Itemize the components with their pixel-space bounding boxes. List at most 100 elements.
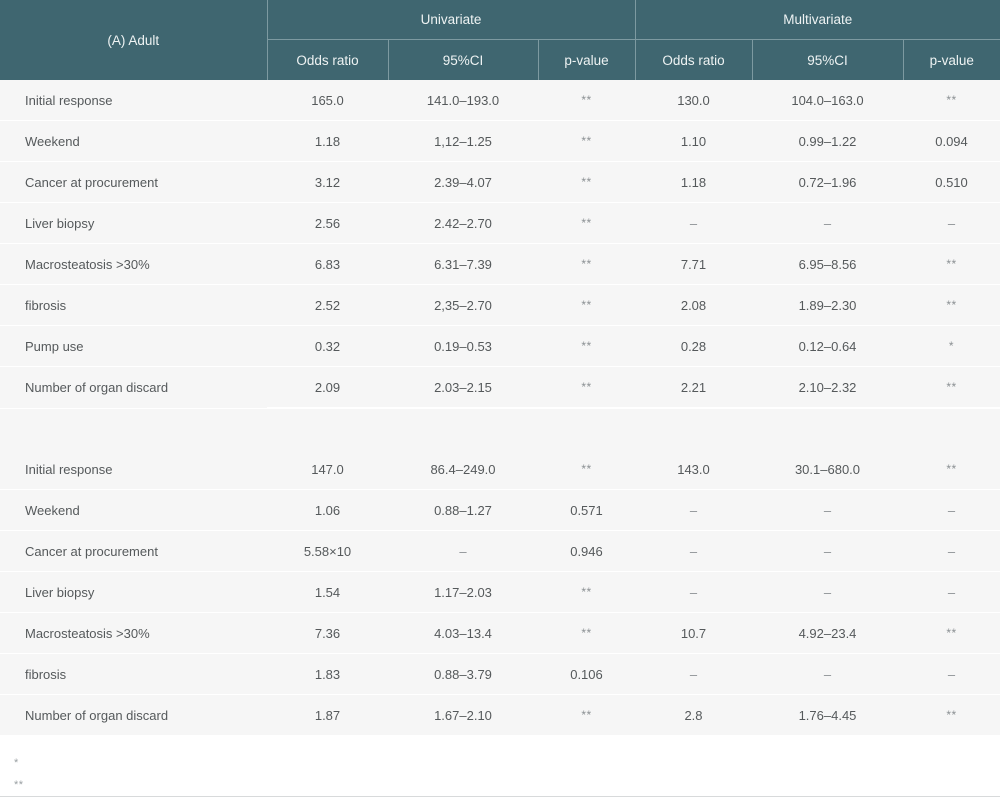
header-group-row: (A) Adult Univariate Multivariate — [0, 0, 1000, 80]
cell-multivariate-odds-ratio: 1.10 — [635, 120, 752, 162]
subheader-multivariate-ci: 95%CI — [752, 39, 904, 80]
table-row: fibrosis 1.83 0.88–3.79 0.106 – – – — [0, 653, 1000, 695]
cell-multivariate-odds-ratio: 0.28 — [635, 325, 752, 367]
section-separator-row — [0, 407, 1000, 449]
table-footnotes: * ** — [0, 736, 1000, 797]
cell-multivariate-ci: – — [752, 653, 903, 695]
cell-univariate-p-value: ** — [538, 120, 635, 162]
row-label: Initial response — [0, 449, 267, 490]
cell-multivariate-p-value: 0.094 — [903, 120, 1000, 162]
subheader-univariate-p-value: p-value — [538, 39, 636, 80]
cell-multivariate-odds-ratio: 130.0 — [635, 80, 752, 121]
cell-univariate-odds-ratio: 2.56 — [267, 202, 388, 244]
cell-univariate-p-value: ** — [538, 202, 635, 244]
cell-univariate-odds-ratio: 1.87 — [267, 694, 388, 736]
cell-multivariate-ci: – — [752, 202, 903, 244]
separator-line-cell — [267, 407, 1000, 449]
cell-multivariate-odds-ratio: 2.08 — [635, 284, 752, 326]
cell-univariate-p-value: ** — [538, 80, 635, 121]
cell-univariate-odds-ratio: 1.06 — [267, 489, 388, 531]
cell-multivariate-ci: – — [752, 489, 903, 531]
row-label: fibrosis — [0, 653, 267, 695]
odds-ratio-table: (A) Adult Univariate Multivariate Odds r… — [0, 0, 1000, 736]
footnote-double-asterisk: ** — [14, 779, 24, 791]
table-row: Initial response 165.0 141.0–193.0 ** 13… — [0, 80, 1000, 121]
cell-multivariate-odds-ratio: – — [635, 489, 752, 531]
cell-univariate-ci: 2.42–2.70 — [388, 202, 538, 244]
row-label: Weekend — [0, 489, 267, 531]
subheader-multivariate-odds-ratio: Odds ratio — [635, 39, 753, 80]
cell-multivariate-p-value: – — [903, 571, 1000, 613]
cell-multivariate-p-value: – — [903, 202, 1000, 244]
cell-multivariate-odds-ratio: 10.7 — [635, 612, 752, 654]
footnote-single-asterisk: * — [14, 757, 19, 769]
row-label: Cancer at procurement — [0, 161, 267, 203]
cell-univariate-ci: 2,35–2.70 — [388, 284, 538, 326]
cell-univariate-ci: 0.19–0.53 — [388, 325, 538, 367]
table-row: Macrosteatosis >30% 6.83 6.31–7.39 ** 7.… — [0, 243, 1000, 285]
cell-multivariate-p-value: ** — [903, 694, 1000, 736]
table-header: (A) Adult Univariate Multivariate Odds r… — [0, 0, 1000, 80]
cell-multivariate-p-value: * — [903, 325, 1000, 367]
cell-multivariate-odds-ratio: 7.71 — [635, 243, 752, 285]
cell-univariate-ci: 1,12–1.25 — [388, 120, 538, 162]
statistics-table-container: (A) Adult Univariate Multivariate Odds r… — [0, 0, 1000, 797]
cell-univariate-ci: – — [388, 530, 538, 572]
cell-univariate-p-value: ** — [538, 571, 635, 613]
table-row: Pump use 0.32 0.19–0.53 ** 0.28 0.12–0.6… — [0, 325, 1000, 367]
cell-multivariate-ci: 0.12–0.64 — [752, 325, 903, 367]
table-row: fibrosis 2.52 2,35–2.70 ** 2.08 1.89–2.3… — [0, 284, 1000, 326]
cell-univariate-odds-ratio: 6.83 — [267, 243, 388, 285]
row-label: Macrosteatosis >30% — [0, 243, 267, 285]
table-body-section-1: Initial response 165.0 141.0–193.0 ** 13… — [0, 80, 1000, 449]
cell-univariate-p-value: ** — [538, 325, 635, 367]
cell-univariate-odds-ratio: 7.36 — [267, 612, 388, 654]
cell-univariate-odds-ratio: 5.58×10 — [267, 530, 388, 572]
cell-multivariate-p-value: ** — [903, 366, 1000, 409]
cell-univariate-p-value: ** — [538, 694, 635, 736]
row-label: Liver biopsy — [0, 571, 267, 613]
cell-univariate-ci: 86.4–249.0 — [388, 449, 538, 490]
subheader-multivariate-p-value: p-value — [903, 39, 1000, 80]
cell-univariate-p-value: ** — [538, 612, 635, 654]
cell-univariate-p-value: ** — [538, 284, 635, 326]
cell-multivariate-ci: 1.89–2.30 — [752, 284, 903, 326]
cell-univariate-p-value: ** — [538, 449, 635, 490]
table-row: Macrosteatosis >30% 7.36 4.03–13.4 ** 10… — [0, 612, 1000, 654]
cell-univariate-ci: 1.67–2.10 — [388, 694, 538, 736]
table-row: Number of organ discard 1.87 1.67–2.10 *… — [0, 694, 1000, 736]
cell-univariate-ci: 0.88–1.27 — [388, 489, 538, 531]
cell-multivariate-ci: 4.92–23.4 — [752, 612, 903, 654]
subheader-univariate-odds-ratio: Odds ratio — [267, 39, 389, 80]
table-row: Weekend 1.06 0.88–1.27 0.571 – – – — [0, 489, 1000, 531]
row-label-header: (A) Adult — [0, 0, 268, 80]
row-label: fibrosis — [0, 284, 267, 326]
cell-multivariate-p-value: 0.510 — [903, 161, 1000, 203]
row-label: Number of organ discard — [0, 366, 267, 409]
cell-univariate-ci: 4.03–13.4 — [388, 612, 538, 654]
cell-multivariate-ci: 104.0–163.0 — [752, 80, 903, 121]
cell-univariate-ci: 2.39–4.07 — [388, 161, 538, 203]
cell-multivariate-odds-ratio: – — [635, 571, 752, 613]
cell-multivariate-p-value: – — [903, 530, 1000, 572]
table-row: Initial response 147.0 86.4–249.0 ** 143… — [0, 449, 1000, 490]
row-label: Macrosteatosis >30% — [0, 612, 267, 654]
group-header-univariate: Univariate — [267, 0, 636, 40]
cell-multivariate-p-value: ** — [903, 80, 1000, 121]
cell-univariate-odds-ratio: 0.32 — [267, 325, 388, 367]
cell-univariate-ci: 1.17–2.03 — [388, 571, 538, 613]
cell-multivariate-odds-ratio: – — [635, 530, 752, 572]
table-row: Weekend 1.18 1,12–1.25 ** 1.10 0.99–1.22… — [0, 120, 1000, 162]
cell-univariate-p-value: ** — [538, 243, 635, 285]
row-label: Cancer at procurement — [0, 530, 267, 572]
row-label: Number of organ discard — [0, 694, 267, 736]
cell-univariate-odds-ratio: 2.52 — [267, 284, 388, 326]
cell-multivariate-p-value: – — [903, 653, 1000, 695]
cell-univariate-p-value: 0.106 — [538, 653, 635, 695]
cell-univariate-odds-ratio: 147.0 — [267, 449, 388, 490]
table-row: Cancer at procurement 3.12 2.39–4.07 ** … — [0, 161, 1000, 203]
row-label: Weekend — [0, 120, 267, 162]
cell-multivariate-ci: – — [752, 530, 903, 572]
cell-multivariate-p-value: – — [903, 489, 1000, 531]
cell-multivariate-ci: 0.72–1.96 — [752, 161, 903, 203]
